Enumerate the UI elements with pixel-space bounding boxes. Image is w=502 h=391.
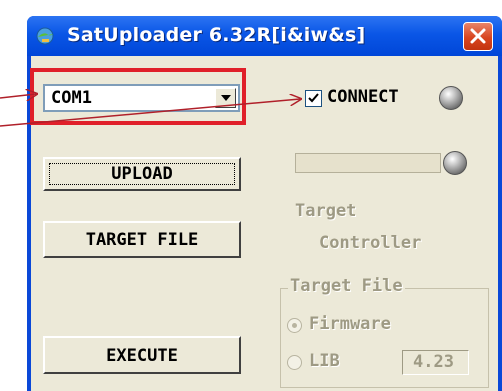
arrow-to-combo [0,94,36,98]
annotation-arrows [0,0,502,127]
arrow-to-connect [0,99,300,127]
